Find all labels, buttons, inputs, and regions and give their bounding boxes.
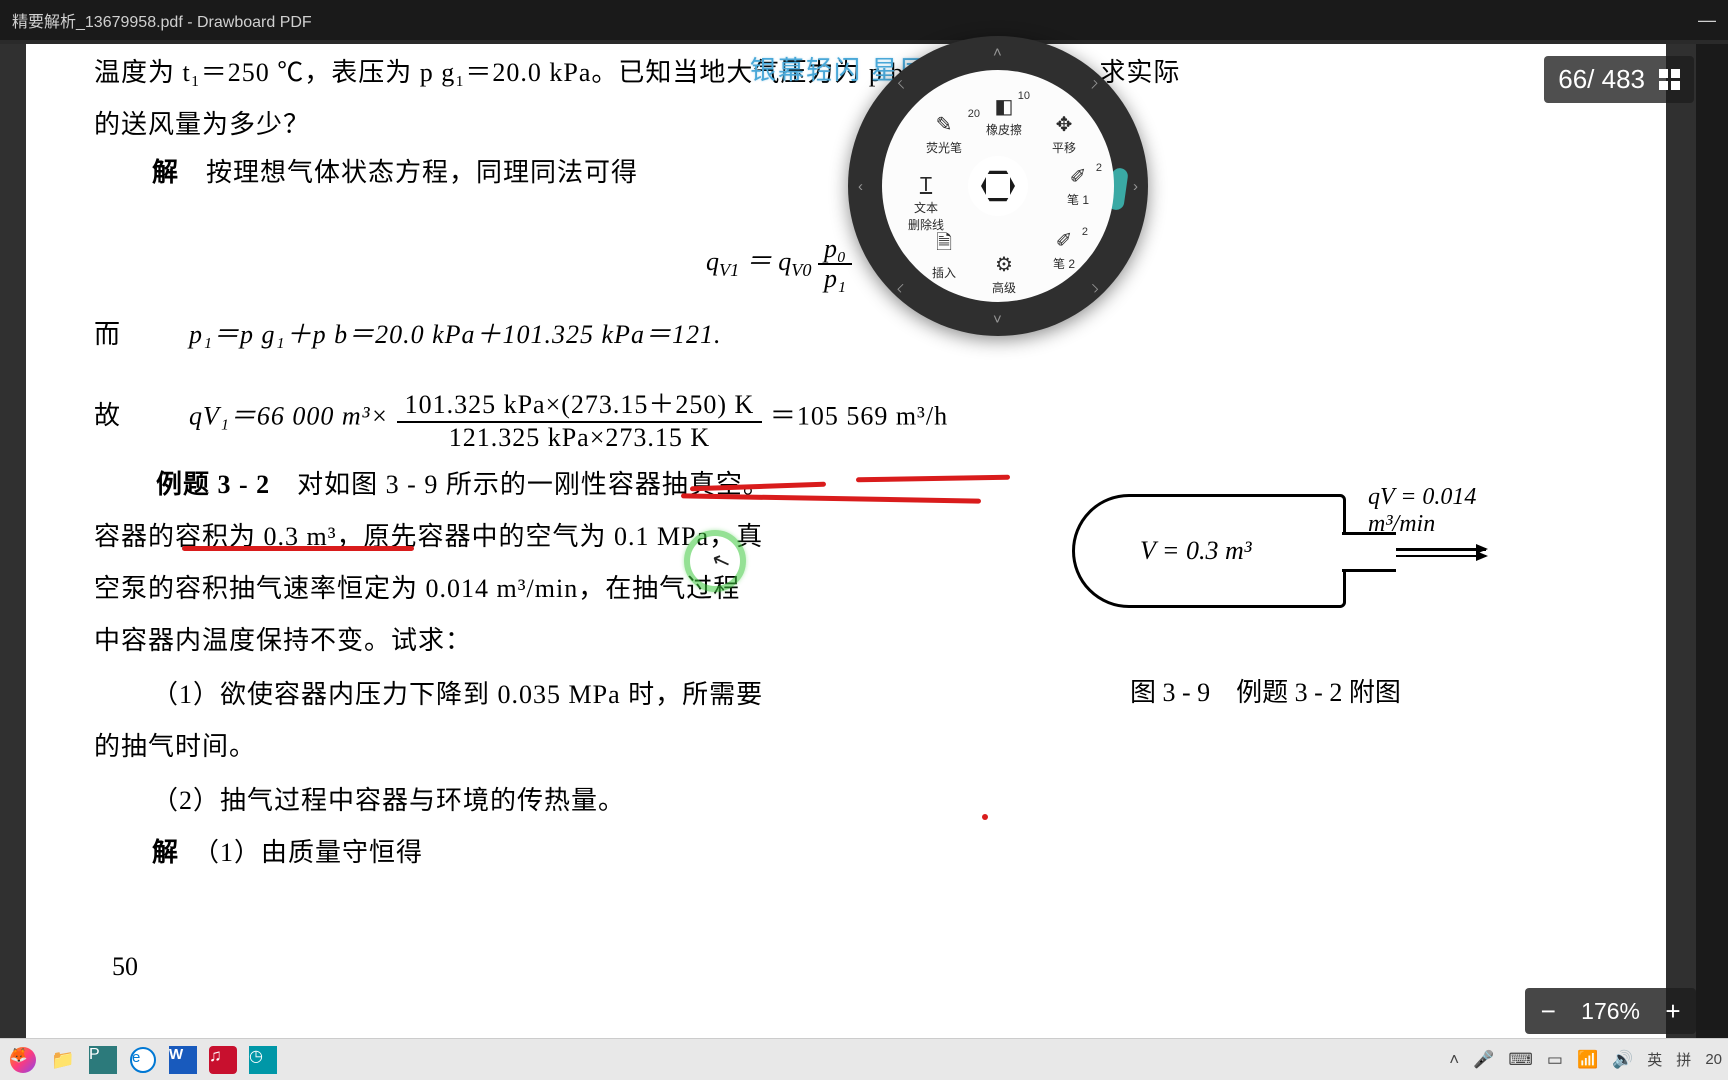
- tool-advanced[interactable]: ⚙高级: [974, 252, 1034, 296]
- app-icon: P: [89, 1046, 117, 1074]
- tool-eraser[interactable]: ◧10橡皮擦: [974, 94, 1034, 138]
- taskbar-app2[interactable]: ◷: [246, 1043, 280, 1077]
- tool-strikethrough[interactable]: T文本 删除线: [896, 174, 956, 233]
- taskbar-firefox[interactable]: 🦊: [6, 1043, 40, 1077]
- text-line: 例题 3 - 2 对如图 3 - 9 所示的一刚性容器抽真空。: [156, 464, 770, 501]
- tray-microphone-icon[interactable]: 🎤: [1473, 1050, 1494, 1070]
- equation: qV1 ＝ qV0 p₀p₁: [706, 234, 852, 294]
- ime-mode[interactable]: 拼: [1676, 1049, 1691, 1070]
- taskbar: 🦊 📁 P e W ♫ ◷ ˄ 🎤 ⌨ ▭ 📶 🔊 英 拼 20: [0, 1038, 1728, 1080]
- edge-icon: e: [130, 1047, 156, 1073]
- tool-pen-2[interactable]: ✐2笔 2: [1034, 228, 1094, 272]
- folder-icon: 📁: [51, 1048, 75, 1072]
- app-icon: ◷: [249, 1046, 277, 1074]
- text-line: 中容器内温度保持不变。试求：: [94, 620, 472, 657]
- text-line: 的抽气时间。: [94, 726, 256, 763]
- annotation-underline[interactable]: [182, 546, 414, 551]
- vessel-volume-label: V = 0.3 m³: [1140, 536, 1252, 566]
- thumbnails-icon[interactable]: [1659, 69, 1680, 90]
- tray-volume-icon[interactable]: 🔊: [1612, 1050, 1633, 1070]
- clock[interactable]: 20: [1705, 1051, 1722, 1068]
- window-title: 精要解析_13679958.pdf - Drawboard PDF: [12, 8, 312, 32]
- text-line: 而 p₁＝p g₁＋p b＝20.0 kPa＋101.325 kPa＝121.: [94, 314, 721, 351]
- figure-caption: 图 3 - 9 例题 3 - 2 附图: [1130, 672, 1401, 709]
- word-icon: W: [169, 1046, 197, 1074]
- hexagon-icon: [981, 169, 1015, 203]
- annotation-dot[interactable]: [982, 814, 988, 820]
- page-counter[interactable]: 66/ 483: [1544, 56, 1694, 103]
- tray-battery-icon[interactable]: ▭: [1547, 1050, 1563, 1070]
- titlebar: 精要解析_13679958.pdf - Drawboard PDF —: [0, 0, 1728, 40]
- chevron-left-icon[interactable]: ‹: [858, 178, 863, 195]
- tray-keyboard-icon[interactable]: ⌨: [1508, 1050, 1533, 1070]
- taskbar-netease[interactable]: ♫: [206, 1043, 240, 1077]
- tool-highlighter[interactable]: ✎20荧光笔: [914, 112, 974, 156]
- wheel-hub-button[interactable]: [968, 156, 1028, 216]
- text-line: 的送风量为多少？: [94, 104, 310, 141]
- annotation-underline[interactable]: [681, 493, 981, 503]
- tray-wifi-icon[interactable]: 📶: [1577, 1050, 1598, 1070]
- text-line: （1）欲使容器内压力下降到 0.035 MPa 时，所需要: [152, 674, 763, 711]
- tray-chevron-icon[interactable]: ˄: [1449, 1050, 1459, 1070]
- flow-arrow-icon: [1396, 544, 1486, 561]
- chevron-right-icon[interactable]: ›: [1133, 178, 1138, 195]
- text-line: 解 （1）由质量守恒得: [152, 832, 423, 869]
- pan-icon: ✥: [1034, 112, 1094, 137]
- page-number: 50: [112, 952, 138, 982]
- minimize-button[interactable]: —: [1698, 10, 1716, 31]
- insert-icon: 🗎: [914, 228, 974, 262]
- settings-icon: ⚙: [974, 252, 1034, 277]
- taskbar-app[interactable]: P: [86, 1043, 120, 1077]
- zoom-out-button[interactable]: −: [1525, 996, 1571, 1027]
- flow-rate-label: qV = 0.014 m³/min: [1368, 484, 1506, 538]
- strikethrough-icon: T: [896, 174, 956, 197]
- text-line: 空泵的容积抽气速率恒定为 0.014 m³/min，在抽气过程: [94, 568, 740, 605]
- pdf-page: 温度为 t₁＝250 ℃，表压为 p g₁＝20.0 kPa。已知当地大气压力为…: [26, 44, 1666, 1038]
- text-line: 解 按理想气体状态方程，同理同法可得: [152, 152, 638, 189]
- highlighter-icon: ✎: [914, 112, 974, 137]
- radial-tool-menu[interactable]: ˄ ˅ ‹ › ┌ ┐ └ ┘ ✎20荧光笔 ◧10橡皮擦 ✥平移 T文本 删除…: [848, 36, 1148, 336]
- chevron-up-icon[interactable]: ˄: [993, 44, 1002, 61]
- zoom-control: − 176% +: [1525, 988, 1696, 1034]
- zoom-value[interactable]: 176%: [1571, 998, 1650, 1025]
- zoom-in-button[interactable]: +: [1650, 996, 1696, 1027]
- tool-pen-1[interactable]: ✐2笔 1: [1048, 164, 1108, 208]
- ime-language[interactable]: 英: [1647, 1049, 1662, 1070]
- tool-pan[interactable]: ✥平移: [1034, 112, 1094, 156]
- annotation-underline[interactable]: [856, 475, 1010, 483]
- taskbar-word[interactable]: W: [166, 1043, 200, 1077]
- text-line: （2）抽气过程中容器与环境的传热量。: [152, 780, 625, 817]
- firefox-icon: 🦊: [10, 1047, 36, 1073]
- tool-insert[interactable]: 🗎插入: [914, 228, 974, 281]
- right-gutter: [1696, 44, 1728, 1038]
- taskbar-edge[interactable]: e: [126, 1043, 160, 1077]
- text-line: 故 qV₁＝66 000 m³× 101.325 kPa×(273.15＋250…: [94, 384, 948, 453]
- taskbar-explorer[interactable]: 📁: [46, 1043, 80, 1077]
- chevron-down-icon[interactable]: ˅: [993, 311, 1002, 328]
- figure-3-9: V = 0.3 m³ qV = 0.014 m³/min 图 3 - 9 例题 …: [1056, 494, 1506, 620]
- music-icon: ♫: [209, 1046, 237, 1074]
